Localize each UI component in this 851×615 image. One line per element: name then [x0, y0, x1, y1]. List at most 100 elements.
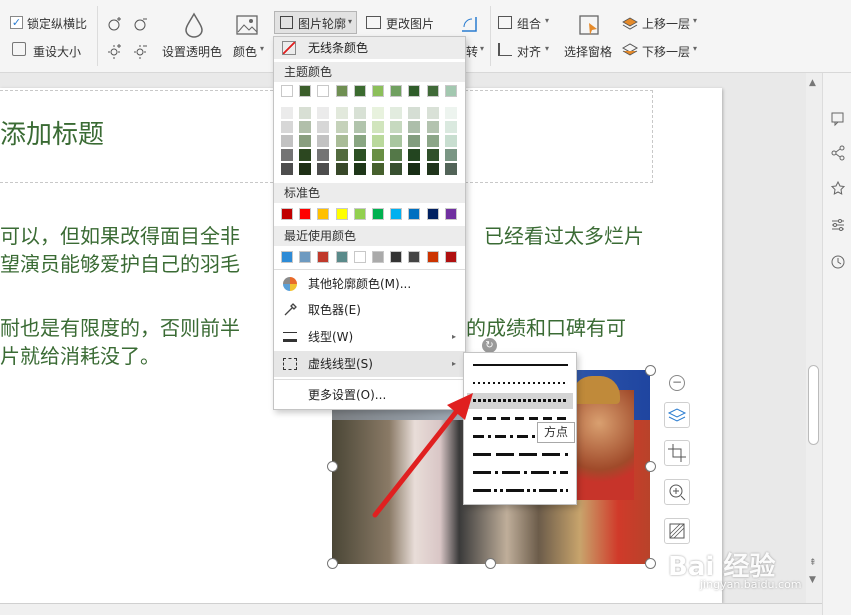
- theme-shade-swatch[interactable]: [426, 149, 439, 161]
- standard-color-swatch[interactable]: [317, 208, 330, 220]
- dash-square-dot[interactable]: [473, 399, 568, 402]
- theme-shade-swatch[interactable]: [444, 163, 457, 175]
- set-transparent-button[interactable]: 设置透明色: [162, 43, 222, 60]
- theme-shade-swatch[interactable]: [444, 135, 457, 147]
- body-line-4[interactable]: 片就给消耗没了。: [0, 342, 160, 370]
- contrast-up-icon[interactable]: [106, 42, 124, 60]
- dash-solid[interactable]: [473, 364, 568, 366]
- contrast-down-icon[interactable]: [132, 42, 150, 60]
- vertical-scrollbar[interactable]: [806, 73, 822, 603]
- theme-shade-swatch[interactable]: [335, 163, 348, 175]
- theme-shade-swatch[interactable]: [390, 107, 403, 119]
- theme-shade-swatch[interactable]: [317, 135, 330, 147]
- body-line-1[interactable]: 可以，但如果改得面目全非: [0, 222, 240, 250]
- lock-ratio-checkbox[interactable]: ✓: [10, 16, 23, 29]
- dash-long-dash-dot[interactable]: [473, 471, 568, 474]
- brightness-down-icon[interactable]: [132, 15, 150, 33]
- page-up-icon[interactable]: ⇞: [809, 558, 817, 568]
- dash-long-dash-dot-dot[interactable]: [473, 489, 568, 492]
- theme-color-swatch[interactable]: [317, 85, 330, 97]
- comment-icon[interactable]: [830, 111, 846, 127]
- theme-shade-swatch[interactable]: [444, 121, 457, 133]
- theme-shade-swatch[interactable]: [426, 107, 439, 119]
- theme-shade-swatch[interactable]: [335, 149, 348, 161]
- no-line-color-item[interactable]: 无线条颜色: [274, 37, 465, 59]
- theme-color-swatch[interactable]: [281, 85, 293, 97]
- theme-shade-swatch[interactable]: [390, 149, 403, 161]
- theme-color-swatch[interactable]: [426, 85, 439, 97]
- theme-color-swatch[interactable]: [372, 85, 384, 97]
- standard-color-swatch[interactable]: [390, 208, 403, 220]
- theme-shade-swatch[interactable]: [335, 121, 348, 133]
- dash-long-dash[interactable]: [473, 453, 568, 456]
- color-dropdown-icon[interactable]: ▾: [260, 44, 264, 53]
- dash-round-dot[interactable]: [473, 382, 568, 384]
- recent-color-swatch[interactable]: [317, 251, 330, 263]
- theme-shade-swatch[interactable]: [281, 107, 293, 119]
- recent-color-swatch[interactable]: [408, 251, 421, 263]
- standard-color-swatch[interactable]: [299, 208, 312, 220]
- theme-shade-swatch[interactable]: [353, 135, 366, 147]
- picture-outline-button[interactable]: 图片轮廓 ▾: [274, 11, 357, 34]
- theme-shade-swatch[interactable]: [426, 121, 439, 133]
- resize-handle-tr[interactable]: [645, 365, 656, 376]
- theme-shade-swatch[interactable]: [408, 107, 421, 119]
- bring-forward-button[interactable]: 上移一层: [642, 15, 690, 32]
- theme-shade-swatch[interactable]: [299, 121, 312, 133]
- theme-shade-swatch[interactable]: [408, 149, 421, 161]
- theme-shade-swatch[interactable]: [390, 135, 403, 147]
- brightness-up-icon[interactable]: [106, 15, 124, 33]
- theme-shade-swatch[interactable]: [317, 149, 330, 161]
- theme-shade-swatch[interactable]: [408, 135, 421, 147]
- theme-shade-swatch[interactable]: [299, 107, 312, 119]
- theme-shade-swatch[interactable]: [408, 163, 421, 175]
- theme-shade-swatch[interactable]: [281, 149, 293, 161]
- scroll-up-icon[interactable]: ▲: [809, 78, 816, 88]
- recent-color-swatch[interactable]: [281, 251, 293, 263]
- share-icon[interactable]: [830, 145, 846, 161]
- resize-handle-mr[interactable]: [645, 461, 656, 472]
- theme-color-swatch[interactable]: [299, 85, 312, 97]
- theme-shade-swatch[interactable]: [317, 107, 330, 119]
- settings-sliders-icon[interactable]: [830, 217, 846, 233]
- scrollbar-thumb[interactable]: [808, 365, 819, 445]
- theme-shade-swatch[interactable]: [281, 135, 293, 147]
- collapse-icon[interactable]: −: [669, 375, 685, 391]
- recent-color-swatch[interactable]: [390, 251, 403, 263]
- theme-shade-swatch[interactable]: [426, 163, 439, 175]
- eyedropper-item[interactable]: 取色器(E): [274, 297, 465, 323]
- outline-style-button[interactable]: [664, 518, 690, 544]
- standard-color-swatch[interactable]: [408, 208, 421, 220]
- theme-shade-swatch[interactable]: [299, 135, 312, 147]
- body-line-1-right[interactable]: 已经看过太多烂片: [484, 222, 644, 250]
- resize-handle-bl[interactable]: [327, 558, 338, 569]
- crop-button[interactable]: [664, 440, 690, 466]
- combine-button[interactable]: 组合: [517, 15, 541, 32]
- recent-color-swatch[interactable]: [353, 251, 366, 263]
- recent-color-swatch[interactable]: [444, 251, 457, 263]
- theme-shade-swatch[interactable]: [317, 121, 330, 133]
- rotate-dropdown-icon[interactable]: ▾: [480, 44, 484, 53]
- theme-shade-swatch[interactable]: [390, 121, 403, 133]
- recent-color-swatch[interactable]: [372, 251, 384, 263]
- align-button[interactable]: 对齐: [517, 43, 541, 60]
- theme-shade-swatch[interactable]: [353, 149, 366, 161]
- theme-shade-swatch[interactable]: [426, 135, 439, 147]
- combine-dropdown-icon[interactable]: ▾: [545, 16, 549, 25]
- standard-color-swatch[interactable]: [372, 208, 384, 220]
- standard-color-swatch[interactable]: [335, 208, 348, 220]
- dash-type-item[interactable]: 虚线线型(S) ▸: [274, 351, 465, 377]
- theme-shade-swatch[interactable]: [353, 121, 366, 133]
- theme-shade-swatch[interactable]: [408, 121, 421, 133]
- theme-shade-swatch[interactable]: [299, 149, 312, 161]
- line-type-item[interactable]: 线型(W) ▸: [274, 324, 465, 350]
- theme-shade-swatch[interactable]: [281, 121, 293, 133]
- theme-shade-swatch[interactable]: [281, 163, 293, 175]
- more-outline-colors-item[interactable]: 其他轮廓颜色(M)...: [274, 271, 465, 297]
- theme-shade-swatch[interactable]: [372, 135, 384, 147]
- theme-shade-swatch[interactable]: [390, 163, 403, 175]
- rotate-button[interactable]: 转: [466, 43, 478, 60]
- resize-handle-br[interactable]: [645, 558, 656, 569]
- theme-shade-swatch[interactable]: [353, 163, 366, 175]
- color-button[interactable]: 颜色: [233, 43, 257, 60]
